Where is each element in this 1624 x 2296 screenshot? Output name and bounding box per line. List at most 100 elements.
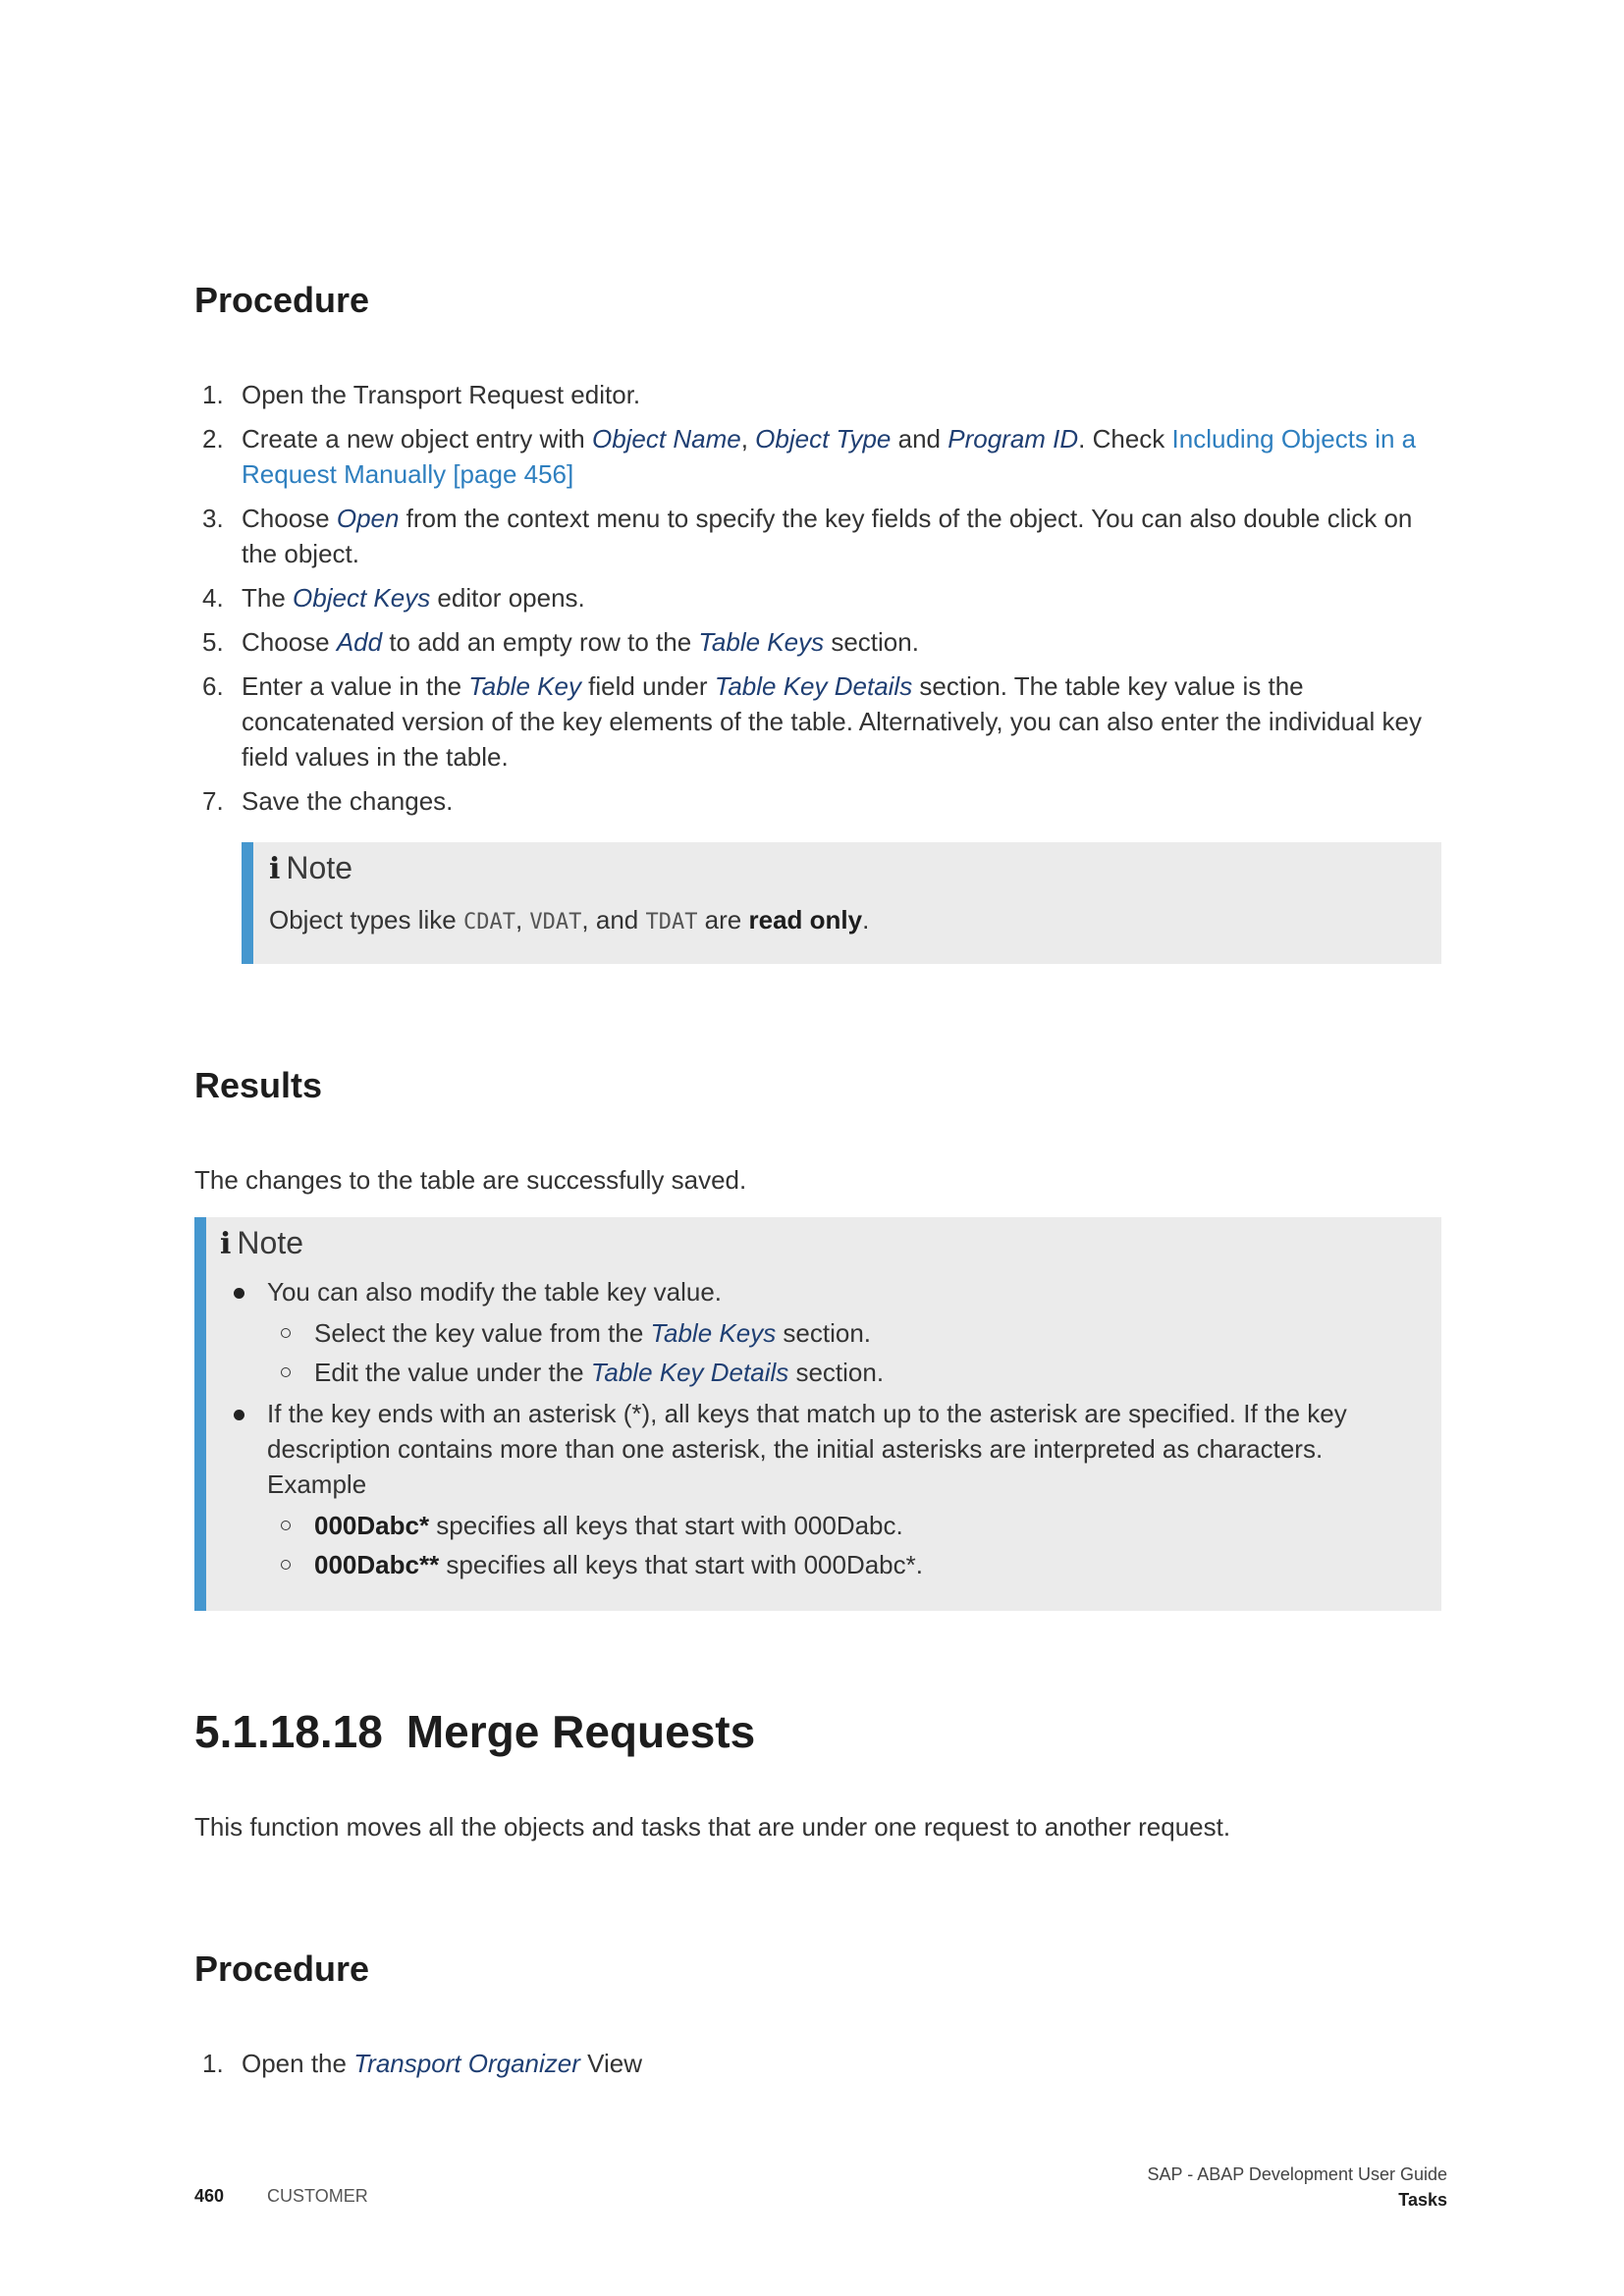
document-page: Procedure 1. Open the Transport Request e… — [0, 0, 1624, 2296]
procedure-step: 6. Enter a value in the Table Key field u… — [194, 668, 1441, 774]
text-run: , — [514, 905, 530, 934]
text-run: . Check — [1078, 424, 1172, 454]
note-title: i Note — [269, 848, 1418, 889]
ui-term: Table Key — [468, 671, 581, 701]
section-title: Merge Requests — [406, 1706, 756, 1757]
note-title-text: Note — [286, 850, 352, 885]
ui-term: Transport Organizer — [353, 2049, 580, 2078]
bullet-circle-icon — [281, 1328, 291, 1338]
sub-bullet-list: 000Dabc* specifies all keys that start w… — [267, 1506, 1418, 1584]
code-term: TDAT — [645, 910, 698, 934]
bold-text: 000Dabc* — [314, 1511, 430, 1540]
step-number: 5. — [202, 627, 224, 657]
ui-term: Program ID — [947, 424, 1079, 454]
results-text: The changes to the table are successfull… — [194, 1165, 747, 1195]
code-term: VDAT — [529, 910, 582, 934]
procedure-step: 7. Save the changes. — [194, 783, 1441, 819]
procedure-step: 5. Choose Add to add an empty row to the … — [194, 624, 1441, 660]
step-number: 4. — [202, 583, 224, 613]
sub-bullet-item: 000Dabc** specifies all keys that start … — [267, 1545, 1418, 1584]
bullet-dot-icon — [234, 1410, 244, 1420]
text-run: Open the — [242, 2049, 354, 2078]
note-box-table-key: i Note You can also modify the table key … — [194, 1217, 1441, 1611]
text-run: specifies all keys that start with 000Da… — [429, 1511, 903, 1540]
sub-bullet-item: Edit the value under the Table Key Detai… — [267, 1353, 1418, 1392]
step-number: 6. — [202, 671, 224, 701]
text-run: from the context menu to specify the key… — [242, 504, 1413, 568]
text-run: section. — [776, 1318, 872, 1348]
text-run: Create a new object entry with — [242, 424, 592, 454]
sub-bullet-list: Select the key value from the Table Keys… — [267, 1313, 1418, 1392]
text-run: field under — [580, 671, 715, 701]
code-term: CDAT — [462, 910, 515, 934]
ui-term: Object Keys — [293, 583, 431, 613]
ui-term: Table Keys — [650, 1318, 777, 1348]
ui-term: Table Key Details — [714, 671, 913, 701]
bold-text: read only — [748, 905, 863, 934]
info-icon: i — [220, 1227, 232, 1261]
text-run: If the key ends with an asterisk (*), al… — [267, 1399, 1347, 1499]
ui-term: Table Key Details — [590, 1358, 789, 1387]
text-run: . — [862, 905, 870, 934]
procedure-steps: 1. Open the Transport Request editor. 2. Cr… — [194, 377, 1441, 828]
sub-bullet-item: Select the key value from the Table Keys… — [267, 1313, 1418, 1353]
footer-right: SAP - ABAP Development User Guide Tasks — [1148, 2162, 1448, 2213]
procedure-steps: 1. Open the Transport Organizer View — [194, 2046, 1441, 2090]
text-run: You can also modify the table key value. — [267, 1277, 722, 1307]
procedure-step: 4. The Object Keys editor opens. — [194, 580, 1441, 615]
step-number: 1. — [202, 2049, 224, 2078]
classification-label: CUSTOMER — [267, 2186, 368, 2206]
procedure-heading: Procedure — [194, 1949, 370, 1989]
text-run: section. — [788, 1358, 885, 1387]
procedure-heading: Procedure — [194, 280, 370, 320]
text-run: Open the Transport Request editor. — [242, 380, 641, 409]
section-intro: This function moves all the objects and … — [194, 1812, 1231, 1842]
step-number: 3. — [202, 504, 224, 533]
bullet-circle-icon — [281, 1521, 291, 1530]
step-number: 7. — [202, 786, 224, 816]
bullet-circle-icon — [281, 1560, 291, 1570]
text-run: View — [579, 2049, 643, 2078]
note-bullet-item: If the key ends with an asterisk (*), al… — [220, 1396, 1418, 1584]
text-run: The — [242, 583, 294, 613]
text-run: Object types like — [269, 905, 463, 934]
procedure-step: 1. Open the Transport Organizer View — [194, 2046, 1441, 2081]
page-number: 460 — [194, 2186, 225, 2206]
results-heading: Results — [194, 1065, 323, 1105]
text-run: Choose — [242, 627, 337, 657]
text-run: Select the key value from the — [314, 1318, 651, 1348]
text-run: section. — [824, 627, 919, 657]
procedure-step: 1. Open the Transport Request editor. — [194, 377, 1441, 412]
bullet-dot-icon — [234, 1288, 244, 1299]
procedure-step: 3. Choose Open from the context menu to s… — [194, 501, 1441, 571]
section-heading: 5.1.18.18 Merge Requests — [194, 1705, 755, 1758]
step-number: 2. — [202, 424, 224, 454]
procedure-step: 2. Create a new object entry with Object … — [194, 421, 1441, 492]
text-run: Save the changes. — [242, 786, 454, 816]
bullet-text: If the key ends with an asterisk (*), al… — [267, 1396, 1418, 1502]
step-number: 1. — [202, 380, 224, 409]
note-box-read-only: i Note Object types like CDAT, VDAT, and … — [242, 842, 1441, 964]
document-title: SAP - ABAP Development User Guide — [1147, 2164, 1448, 2184]
ui-term: Table Keys — [698, 627, 825, 657]
sub-bullet-item: 000Dabc* specifies all keys that start w… — [267, 1506, 1418, 1545]
info-icon: i — [269, 852, 281, 886]
text-run: specifies all keys that start with 000Da… — [439, 1550, 923, 1579]
text-run: and — [891, 424, 948, 454]
text-run: editor opens. — [430, 583, 585, 613]
text-run: , and — [581, 905, 646, 934]
ui-term: Object Name — [591, 424, 741, 454]
ui-term: Object Type — [755, 424, 892, 454]
note-text: Object types like CDAT, VDAT, and TDAT a… — [269, 902, 1418, 940]
ui-term: Add — [336, 627, 383, 657]
text-run: Enter a value in the — [242, 671, 469, 701]
text-run: to add an empty row to the — [382, 627, 699, 657]
text-run: Choose — [242, 504, 337, 533]
section-number: 5.1.18.18 — [194, 1706, 383, 1757]
bullet-circle-icon — [281, 1367, 291, 1377]
bullet-text: You can also modify the table key value. — [267, 1274, 1418, 1309]
ui-term: Open — [336, 504, 400, 533]
footer-left: 460 CUSTOMER — [194, 2186, 368, 2207]
text-run: , — [740, 424, 756, 454]
text-run: Edit the value under the — [314, 1358, 591, 1387]
